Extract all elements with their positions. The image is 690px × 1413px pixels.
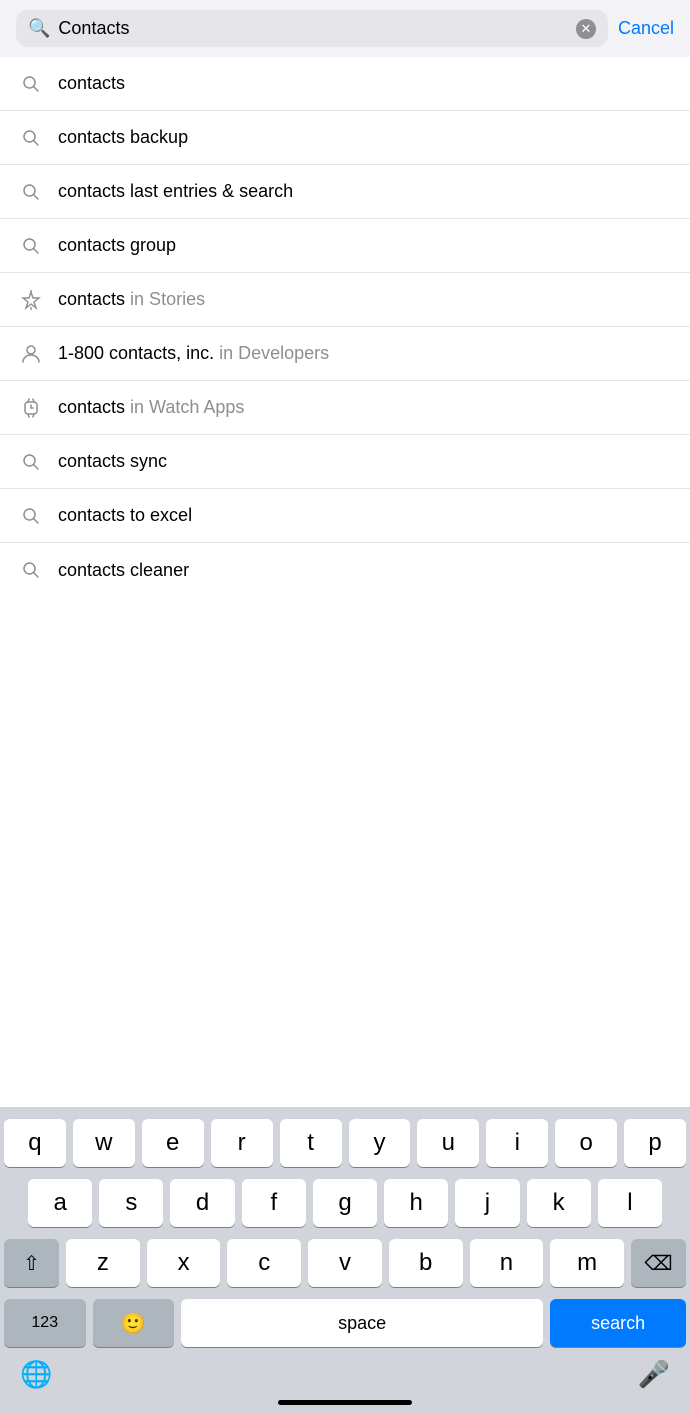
key-t[interactable]: t — [280, 1119, 342, 1167]
search-icon — [20, 73, 42, 95]
watch-icon — [20, 397, 42, 419]
key-w[interactable]: w — [73, 1119, 135, 1167]
clear-button[interactable]: ✕ — [576, 19, 596, 39]
list-item[interactable]: contacts backup — [0, 111, 690, 165]
list-item[interactable]: contacts — [0, 57, 690, 111]
cancel-button[interactable]: Cancel — [618, 18, 674, 39]
suggestion-label: contacts sync — [58, 451, 670, 472]
keyboard-row-2: a s d f g h j k l — [0, 1179, 690, 1227]
search-icon — [20, 559, 42, 581]
keyboard-row-4: 123 🙂 space search — [0, 1299, 690, 1347]
suggestion-label: contacts cleaner — [58, 560, 670, 581]
key-d[interactable]: d — [170, 1179, 234, 1227]
keyboard: q w e r t y u i o p a s d f g h j k l ⇧ … — [0, 1107, 690, 1413]
key-q[interactable]: q — [4, 1119, 66, 1167]
backspace-key[interactable]: ⌫ — [631, 1239, 686, 1287]
key-g[interactable]: g — [313, 1179, 377, 1227]
search-bar: 🔍 ✕ Cancel — [0, 0, 690, 57]
key-z[interactable]: z — [66, 1239, 140, 1287]
search-input-wrapper: 🔍 ✕ — [16, 10, 608, 47]
shift-key[interactable]: ⇧ — [4, 1239, 59, 1287]
suggestion-label: contacts in Stories — [58, 289, 670, 310]
search-icon — [20, 181, 42, 203]
search-icon — [20, 127, 42, 149]
list-item[interactable]: 1-800 contacts, inc. in Developers — [0, 327, 690, 381]
keyboard-row-1: q w e r t y u i o p — [0, 1119, 690, 1167]
search-icon: 🔍 — [28, 18, 50, 39]
suggestions-list: contacts contacts backup contacts last e… — [0, 57, 690, 597]
list-item[interactable]: contacts group — [0, 219, 690, 273]
space-key[interactable]: space — [181, 1299, 543, 1347]
person-icon — [20, 343, 42, 365]
stories-icon — [20, 289, 42, 311]
list-item[interactable]: contacts cleaner — [0, 543, 690, 597]
key-i[interactable]: i — [486, 1119, 548, 1167]
keyboard-row-3: ⇧ z x c v b n m ⌫ — [0, 1239, 690, 1287]
key-l[interactable]: l — [598, 1179, 662, 1227]
key-y[interactable]: y — [349, 1119, 411, 1167]
key-e[interactable]: e — [142, 1119, 204, 1167]
globe-icon[interactable]: 🌐 — [20, 1359, 52, 1390]
search-icon — [20, 451, 42, 473]
suggestion-label: contacts group — [58, 235, 670, 256]
home-indicator-row — [0, 1394, 690, 1413]
key-r[interactable]: r — [211, 1119, 273, 1167]
list-item[interactable]: contacts sync — [0, 435, 690, 489]
suggestion-label: contacts backup — [58, 127, 670, 148]
search-icon — [20, 235, 42, 257]
suggestion-label: 1-800 contacts, inc. in Developers — [58, 343, 670, 364]
key-a[interactable]: a — [28, 1179, 92, 1227]
key-m[interactable]: m — [550, 1239, 624, 1287]
list-item[interactable]: contacts to excel — [0, 489, 690, 543]
key-b[interactable]: b — [389, 1239, 463, 1287]
key-s[interactable]: s — [99, 1179, 163, 1227]
key-h[interactable]: h — [384, 1179, 448, 1227]
suggestion-label: contacts last entries & search — [58, 181, 670, 202]
home-indicator — [278, 1400, 412, 1405]
key-k[interactable]: k — [527, 1179, 591, 1227]
suggestion-label: contacts in Watch Apps — [58, 397, 670, 418]
search-key[interactable]: search — [550, 1299, 686, 1347]
suggestion-label: contacts to excel — [58, 505, 670, 526]
list-item[interactable]: contacts in Stories — [0, 273, 690, 327]
key-n[interactable]: n — [470, 1239, 544, 1287]
search-input[interactable] — [58, 18, 568, 39]
list-item[interactable]: contacts in Watch Apps — [0, 381, 690, 435]
microphone-icon[interactable]: 🎤 — [638, 1359, 670, 1390]
key-f[interactable]: f — [242, 1179, 306, 1227]
emoji-key[interactable]: 🙂 — [93, 1299, 175, 1347]
key-v[interactable]: v — [308, 1239, 382, 1287]
key-u[interactable]: u — [417, 1119, 479, 1167]
search-icon — [20, 505, 42, 527]
numbers-key[interactable]: 123 — [4, 1299, 86, 1347]
key-o[interactable]: o — [555, 1119, 617, 1167]
bottom-icons-row: 🌐 🎤 — [0, 1359, 690, 1390]
key-x[interactable]: x — [147, 1239, 221, 1287]
suggestion-label: contacts — [58, 73, 670, 94]
key-p[interactable]: p — [624, 1119, 686, 1167]
key-j[interactable]: j — [455, 1179, 519, 1227]
key-c[interactable]: c — [227, 1239, 301, 1287]
list-item[interactable]: contacts last entries & search — [0, 165, 690, 219]
